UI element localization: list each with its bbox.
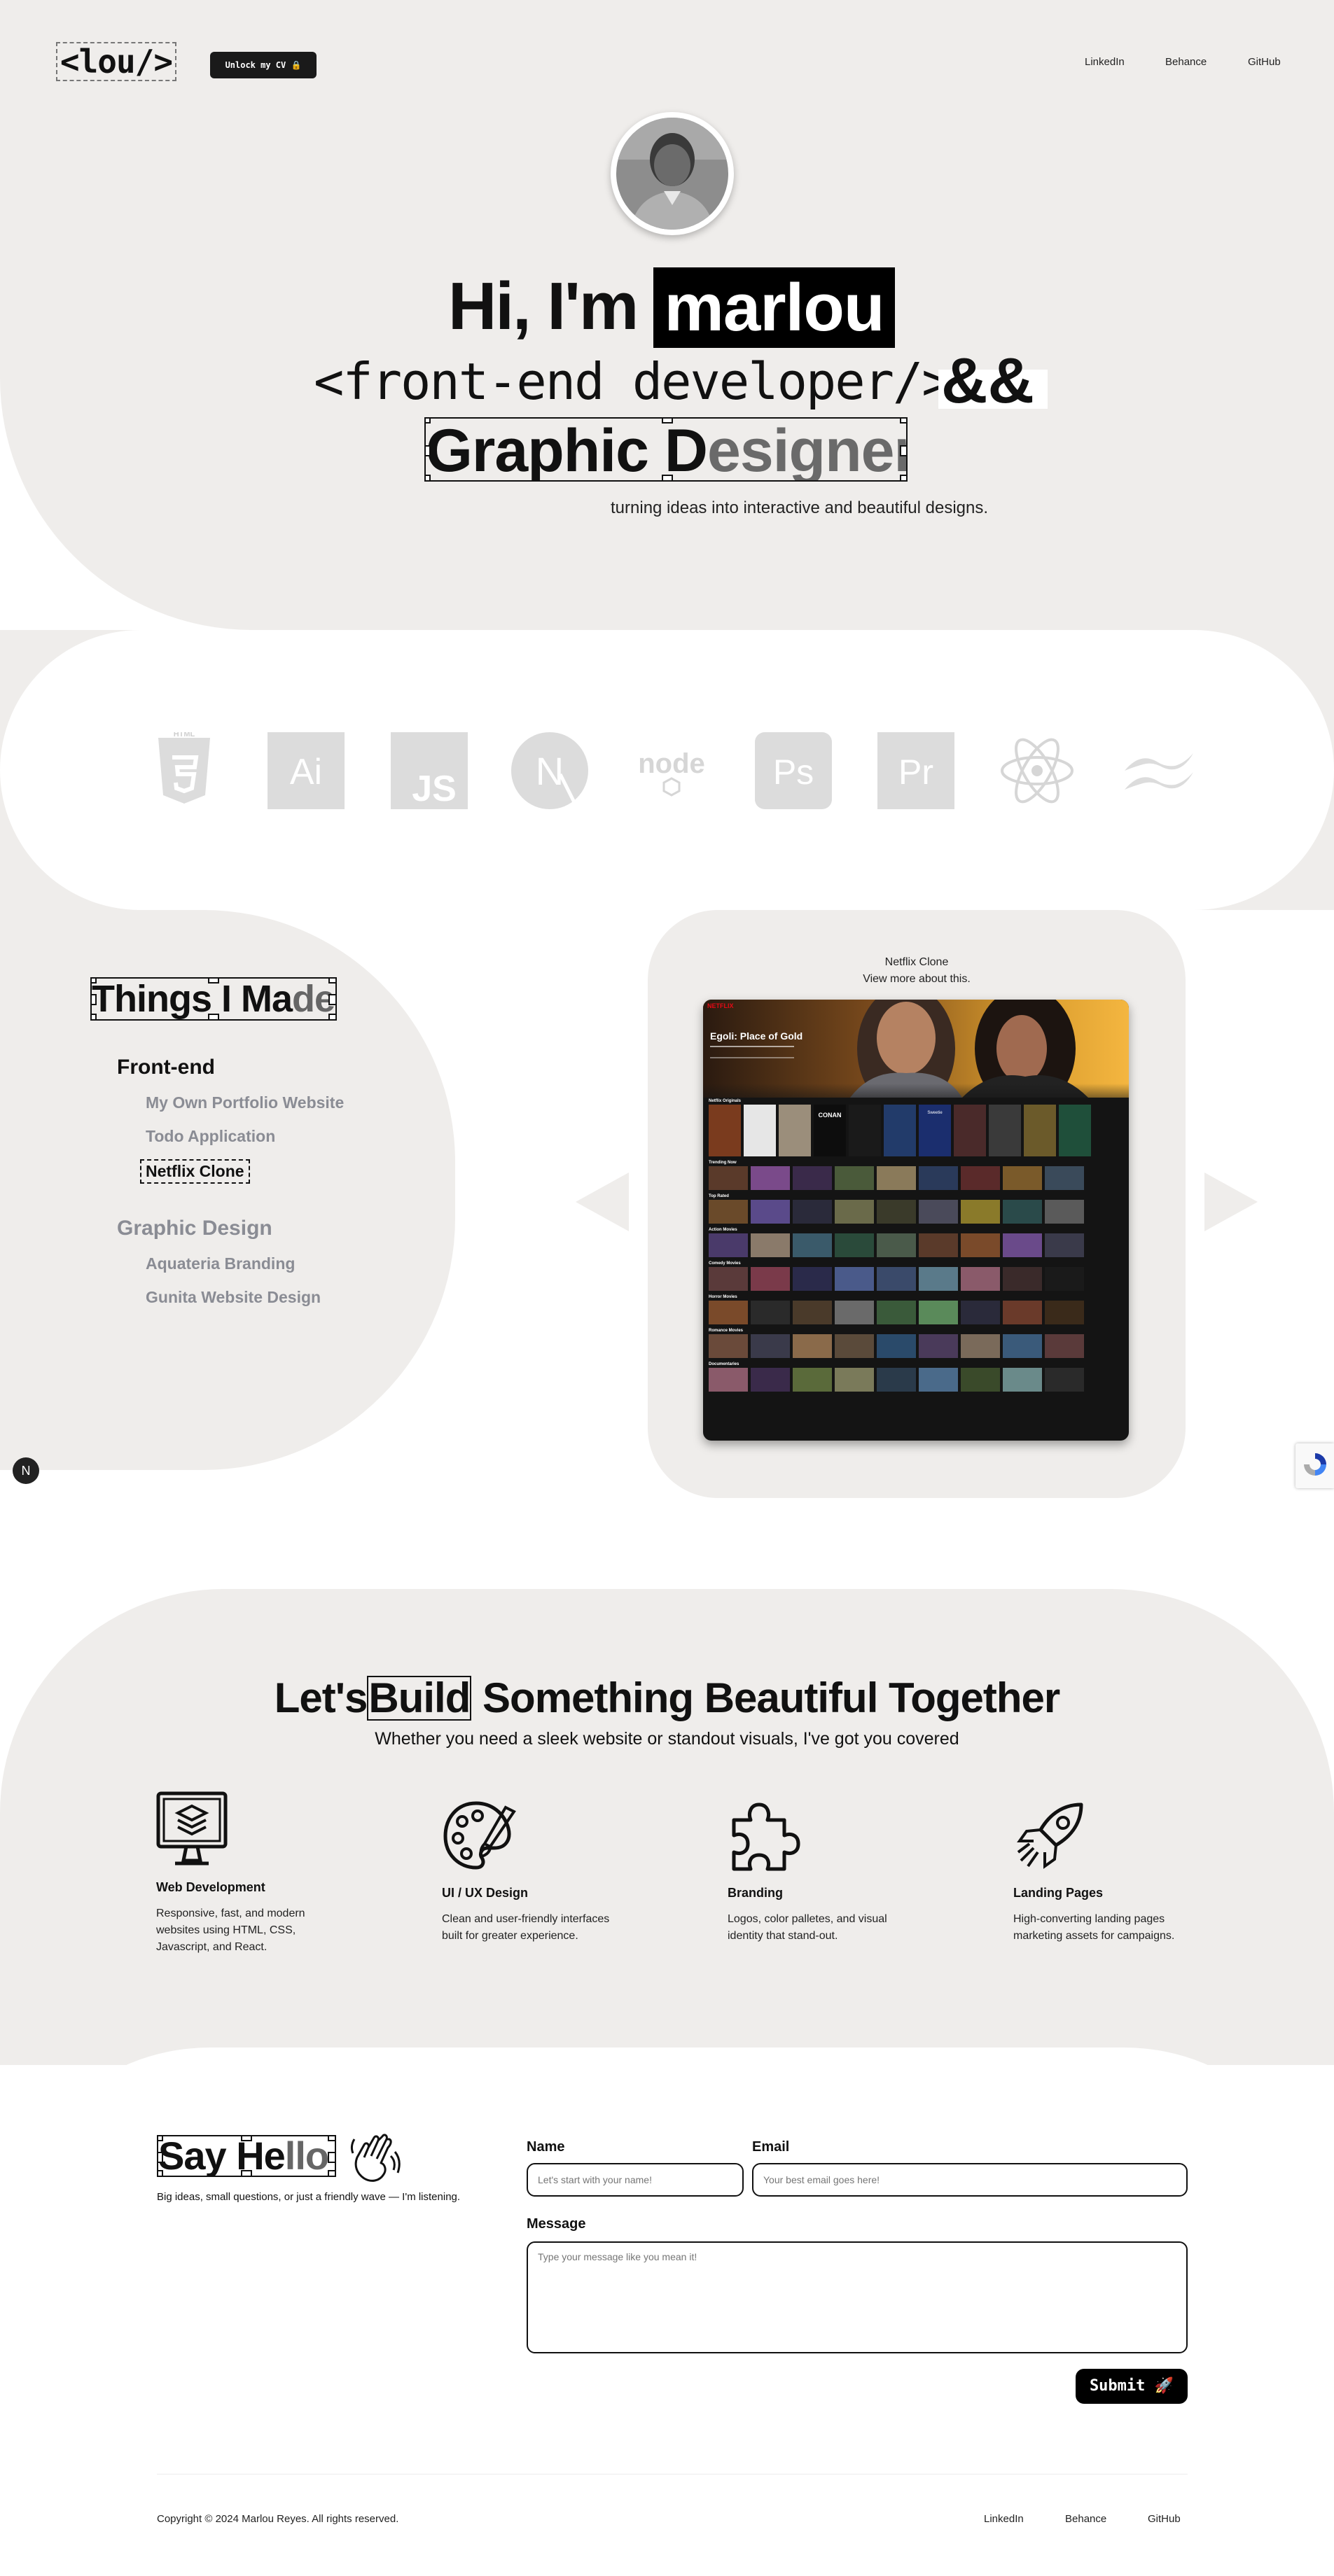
contact-title-light: llo [284, 2135, 329, 2177]
node-label: node [638, 748, 705, 779]
nav-behance[interactable]: Behance [1165, 56, 1207, 68]
illustrator-icon: Ai [268, 732, 345, 809]
preview-title: Netflix Clone [884, 956, 949, 968]
unlock-cv-button[interactable]: Unlock my CV 🔒 [210, 52, 317, 78]
nextjs-icon: N [511, 732, 588, 809]
project-aquateria[interactable]: Aquateria Branding [146, 1254, 295, 1273]
netflix-row-horror: Horror Movies [703, 1291, 1129, 1324]
next-arrow[interactable] [1204, 1172, 1258, 1231]
services-title-box: Build [367, 1674, 472, 1721]
email-label: Email [752, 2139, 790, 2155]
footer-github[interactable]: GitHub [1148, 2513, 1181, 2525]
ps-label: Ps [773, 752, 814, 792]
footer-behance[interactable]: Behance [1065, 2513, 1106, 2525]
project-todo[interactable]: Todo Application [146, 1127, 275, 1146]
service-uiux-desc: Clean and user-friendly interfaces built… [442, 1913, 610, 1942]
prev-arrow[interactable] [576, 1172, 629, 1231]
footer-linkedin[interactable]: LinkedIn [984, 2513, 1024, 2525]
netflix-row-action: Action Movies [703, 1224, 1129, 1257]
category-frontend[interactable]: Front-end [117, 1056, 215, 1079]
preview-link[interactable]: View more about this. [648, 973, 1186, 986]
name-label: Name [527, 2139, 565, 2155]
services-title-left: Let's [274, 1674, 368, 1721]
avatar [611, 112, 734, 235]
waving-hand-icon [350, 2134, 401, 2182]
contact-subtitle: Big ideas, small questions, or just a fr… [157, 2191, 461, 2203]
javascript-icon: JS [391, 732, 468, 809]
services-title-right: Something Beautiful Together [482, 1674, 1060, 1721]
hero-role-code: <front-end developer/> [314, 352, 952, 411]
service-web-dev-title: Web Development [156, 1880, 265, 1894]
nextjs-label: N [536, 749, 564, 793]
message-textarea[interactable] [527, 2241, 1188, 2353]
netflix-row-documentaries: Documentaries [703, 1358, 1129, 1392]
hero-role-graphic: Graphic Designer [424, 417, 908, 482]
tailwind-icon [1125, 753, 1193, 790]
react-icon [1001, 738, 1074, 804]
netflix-row-romance: Romance Movies [703, 1324, 1129, 1358]
hero-ampersand: && [941, 345, 1034, 416]
nextjs-badge[interactable]: N [13, 1457, 39, 1484]
netflix-brand: NETFLIX [707, 1002, 734, 1009]
name-input[interactable] [527, 2163, 744, 2197]
project-portfolio[interactable]: My Own Portfolio Website [146, 1093, 344, 1112]
service-landing-title: Landing Pages [1013, 1886, 1104, 1900]
message-label: Message [527, 2216, 586, 2232]
contact-title: Say Hello [157, 2135, 336, 2177]
rocket-icon [1017, 1802, 1083, 1869]
netflix-hero-title: Egoli: Place of Gold [710, 1030, 803, 1042]
service-branding-title: Branding [728, 1886, 783, 1900]
category-graphic-design[interactable]: Graphic Design [117, 1217, 272, 1240]
html5-icon: HTML [158, 732, 210, 804]
hero-greeting: Hi, I'm [448, 269, 639, 344]
netflix-row-comedy: Comedy Movies [703, 1257, 1129, 1291]
service-landing-desc: High-converting landing pages marketing … [1013, 1913, 1175, 1942]
services-title: Let'sBuild Something Beautiful Together [0, 1673, 1334, 1723]
pr-label: Pr [898, 752, 933, 792]
netflix-row-top-rated: Top Rated [703, 1190, 1129, 1224]
services-subtitle: Whether you need a sleek website or stan… [375, 1729, 959, 1749]
nodejs-icon: node [638, 748, 705, 797]
site-logo[interactable]: <lou/> [56, 42, 176, 81]
netflix-hero-people [850, 1000, 1088, 1098]
nav-linkedin[interactable]: LinkedIn [1085, 56, 1125, 68]
email-input[interactable] [752, 2163, 1188, 2197]
recaptcha-badge[interactable] [1295, 1443, 1334, 1488]
premiere-icon: Pr [877, 732, 954, 809]
hero-name: marlou [653, 267, 895, 348]
projects-title: Things I Made [90, 977, 337, 1021]
project-netflix-clone[interactable]: Netflix Clone [140, 1159, 250, 1184]
netflix-row-originals: Netflix Originals CONAN Sweetie [703, 1098, 1129, 1156]
hero-role-light: esigner [707, 417, 908, 482]
netflix-screenshot[interactable]: NETFLIX Egoli: Place of Gold Netflix Ori… [703, 1000, 1129, 1441]
netflix-rows: Netflix Originals CONAN Sweetie Trending… [703, 1098, 1129, 1392]
netflix-row-trending: Trending Now [703, 1156, 1129, 1190]
submit-button[interactable]: Submit 🚀 [1076, 2369, 1188, 2404]
puzzle-icon [732, 1802, 800, 1871]
nav-github[interactable]: GitHub [1248, 56, 1281, 68]
service-uiux-title: UI / UX Design [442, 1886, 529, 1900]
service-branding-desc: Logos, color palletes, and visual identi… [728, 1913, 887, 1942]
hero-tagline: turning ideas into interactive and beaut… [611, 498, 989, 517]
contact-title-dark: Say He [158, 2135, 286, 2177]
photoshop-icon: Ps [755, 732, 832, 809]
ai-label: Ai [290, 752, 322, 792]
project-gunita[interactable]: Gunita Website Design [146, 1288, 321, 1307]
hero-role-dark: Graphic D [426, 417, 708, 482]
js-label: JS [412, 769, 457, 809]
html-label: HTML [174, 732, 195, 738]
footer-copyright: Copyright © 2024 Marlou Reyes. All right… [157, 2513, 399, 2525]
monitor-layers-icon [156, 1791, 228, 1865]
palette-icon [443, 1801, 516, 1870]
service-web-dev-desc: Responsive, fast, and modern websites us… [156, 1907, 305, 1953]
recaptcha-icon [1304, 1453, 1326, 1476]
projects-title-dark: Things I Ma [92, 978, 293, 1020]
